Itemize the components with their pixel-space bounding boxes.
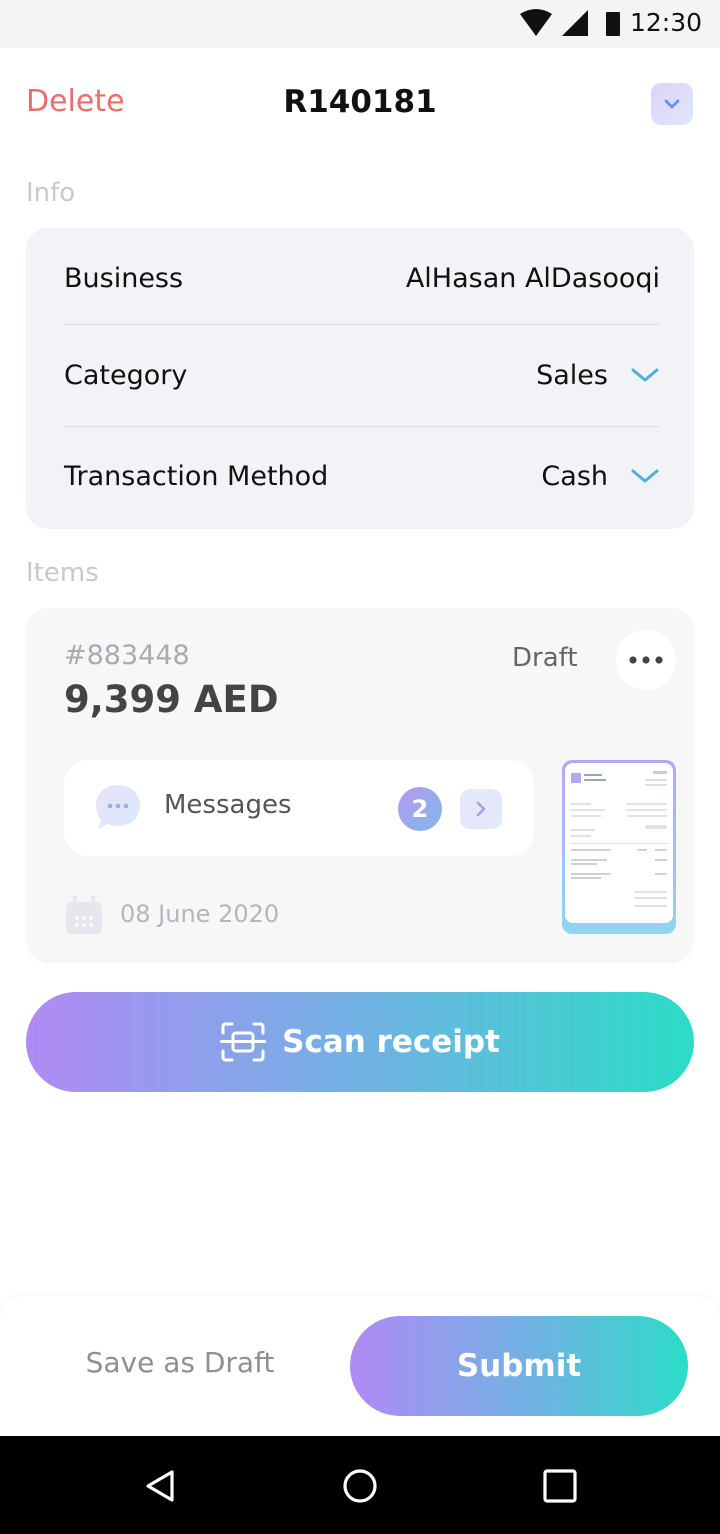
business-value: AlHasan AlDasooqi [406,263,660,294]
transaction-method-value: Cash [541,460,608,492]
chevron-right-icon [476,801,486,817]
status-bar: 12:30 [0,0,720,48]
scan-icon [220,1022,267,1062]
chevron-down-icon [664,99,680,109]
submit-button[interactable]: Submit [350,1316,688,1416]
wifi-icon [520,9,552,36]
header: Delete R140181 [0,48,720,158]
system-navigation-bar [0,1436,720,1534]
recents-icon[interactable] [540,1466,580,1506]
item-card[interactable]: #883448 9,399 AED Draft Messages 2 08 Ju… [26,608,694,963]
status-icons [520,9,620,36]
messages-arrow [460,789,502,829]
back-icon[interactable] [140,1466,180,1506]
messages-button[interactable]: Messages 2 [64,760,534,856]
chevron-down-icon [631,368,659,382]
receipt-preview-image [565,763,673,923]
item-id: #883448 [64,640,190,671]
messages-label: Messages [164,790,292,820]
business-label: Business [64,262,184,294]
status-badge: Draft [512,643,578,673]
chat-bubble-icon [96,785,140,829]
status-time: 12:30 [629,8,702,37]
more-options-button[interactable] [616,630,676,690]
category-label: Category [64,359,188,391]
info-card: Business AlHasan AlDasooqi Category Sale… [26,228,694,529]
chevron-down-icon [631,469,659,483]
category-value: Sales [536,359,608,391]
scan-receipt-label: Scan receipt [282,1024,500,1060]
messages-count-badge: 2 [398,787,442,831]
page-title: R140181 [283,84,437,120]
more-horizontal-icon [629,656,663,664]
business-value-text: AlHasan AlDasooqi [405,262,660,294]
collapse-button[interactable] [651,83,693,125]
info-section-label: Info [26,178,76,208]
item-amount: 9,399 AED [64,678,279,721]
receipt-thumbnail[interactable] [562,760,676,934]
category-dropdown[interactable]: Sales [536,360,660,391]
transaction-method-row[interactable]: Transaction Method Cash [64,426,660,526]
home-icon[interactable] [340,1466,380,1506]
bottom-action-bar: Save as Draft Submit [0,1296,720,1436]
battery-icon [606,12,620,36]
category-row[interactable]: Category Sales [64,325,660,425]
cellular-signal-icon [562,10,588,36]
transaction-method-dropdown[interactable]: Cash [541,461,660,492]
scan-receipt-button[interactable]: Scan receipt [26,992,694,1092]
calendar-icon [66,895,102,934]
receipt-preview-graphic [571,771,667,907]
transaction-method-label: Transaction Method [64,460,329,492]
save-as-draft-button[interactable]: Save as Draft [60,1346,300,1379]
item-date: 08 June 2020 [120,900,280,928]
items-section-label: Items [26,558,99,588]
business-row: Business AlHasan AlDasooqi [64,228,660,328]
